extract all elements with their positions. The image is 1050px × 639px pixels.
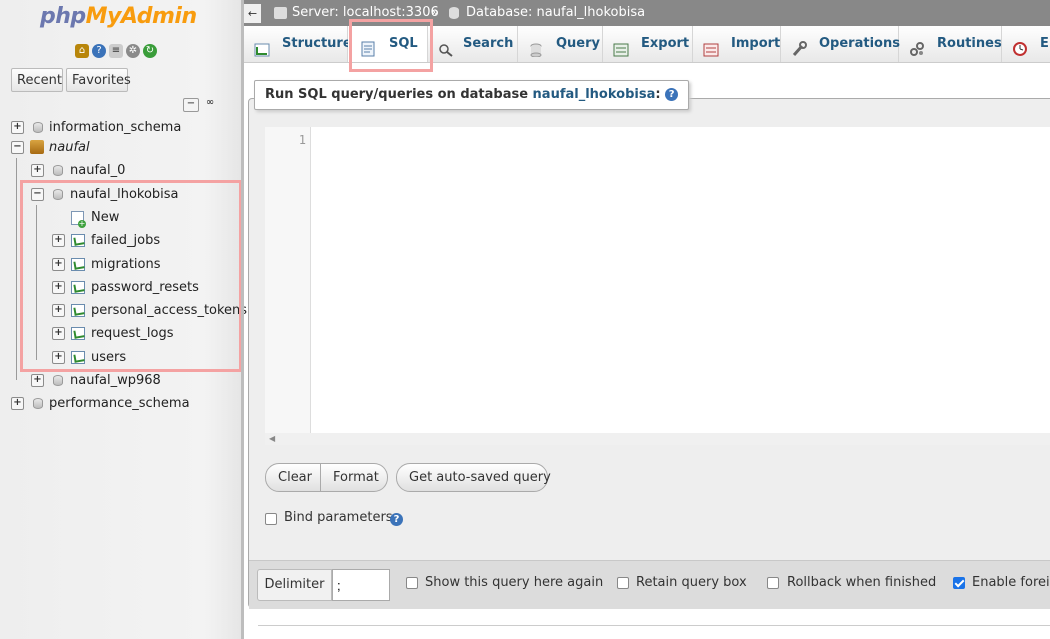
- legend-text: Run SQL query/queries on database: [265, 87, 533, 102]
- tree-item-naufal-wp968[interactable]: + naufal_wp968: [0, 371, 241, 391]
- routines-icon: [909, 36, 925, 56]
- database-group-icon: [30, 140, 44, 154]
- wrench-icon: [791, 36, 807, 56]
- documentation-icon[interactable]: ≡: [109, 44, 123, 58]
- tab-label: Export: [641, 36, 690, 51]
- highlight-annotation-tree: [20, 180, 242, 372]
- nav-icon-bar: ⌂ ? ≡ ✲ ↻: [75, 44, 157, 58]
- database-icon: [33, 122, 43, 133]
- recent-button[interactable]: Recent: [11, 68, 63, 92]
- expand-icon[interactable]: +: [31, 374, 44, 387]
- tab-import[interactable]: Import: [693, 26, 781, 62]
- import-icon: [703, 36, 719, 57]
- bind-parameters-label[interactable]: Bind parameters: [284, 510, 393, 525]
- rollback-checkbox[interactable]: [767, 577, 779, 589]
- link-with-main-icon[interactable]: ∞: [203, 98, 217, 110]
- scroll-left-icon[interactable]: ◀: [269, 434, 275, 443]
- reload-icon[interactable]: ↻: [143, 44, 157, 58]
- query-icon: [528, 36, 544, 58]
- tree-item-naufal-0[interactable]: + naufal_0: [0, 161, 241, 181]
- line-number: 1: [298, 133, 306, 147]
- collapse-all-icon[interactable]: −: [183, 98, 199, 112]
- search-icon: [438, 36, 454, 57]
- tree-item-performance-schema[interactable]: + performance_schema: [0, 394, 241, 414]
- tab-export[interactable]: Export: [603, 26, 693, 62]
- show-query-again-checkbox[interactable]: [406, 577, 418, 589]
- tab-label: Search: [463, 36, 514, 51]
- tab-label: Import: [731, 36, 781, 51]
- server-icon: [274, 7, 287, 19]
- enable-foreign-keys-label[interactable]: Enable foreign: [972, 575, 1050, 590]
- sql-panel-legend: Run SQL query/queries on database naufal…: [254, 80, 690, 110]
- navigation-panel: phpMyAdmin ⌂ ? ≡ ✲ ↻ Recent Favorites − …: [0, 0, 247, 639]
- tab-search[interactable]: Search: [428, 26, 518, 62]
- phpmyadmin-logo[interactable]: phpMyAdmin: [40, 4, 197, 29]
- database-icon: [33, 398, 43, 409]
- database-icon: [53, 165, 63, 176]
- expand-icon[interactable]: +: [11, 397, 24, 410]
- collapse-icon[interactable]: −: [11, 141, 24, 154]
- tab-routines[interactable]: Routines: [899, 26, 1002, 62]
- bind-parameters-checkbox[interactable]: [265, 513, 277, 525]
- tree-item-label: information_schema: [49, 120, 182, 135]
- logo-php-text: php: [40, 4, 86, 29]
- tab-label: Routines: [937, 36, 1002, 51]
- database-icon: [53, 375, 63, 386]
- tree-item-label: naufal_0: [70, 163, 126, 178]
- back-arrow-icon[interactable]: ←: [244, 4, 261, 23]
- tab-structure[interactable]: Structure: [244, 26, 352, 62]
- tree-group-naufal[interactable]: − naufal: [0, 138, 241, 158]
- logo-myadmin-text: MyAdmin: [85, 4, 197, 29]
- structure-icon: [254, 36, 270, 57]
- clear-button[interactable]: Clear: [265, 463, 321, 492]
- rollback-label[interactable]: Rollback when finished: [787, 575, 936, 590]
- tab-label: Structure: [282, 36, 352, 51]
- breadcrumb-database[interactable]: Database: naufal_lhokobisa: [466, 5, 645, 20]
- show-query-again-label[interactable]: Show this query here again: [425, 575, 603, 590]
- delimiter-input[interactable]: [332, 569, 390, 601]
- highlight-annotation-sql-tab: [349, 19, 433, 72]
- sql-editor[interactable]: 1: [265, 127, 1050, 433]
- breadcrumb-separator: »: [431, 5, 439, 20]
- help-icon[interactable]: ?: [665, 88, 679, 101]
- tab-events[interactable]: E: [1002, 26, 1050, 62]
- settings-gear-icon[interactable]: ✲: [126, 44, 140, 58]
- retain-query-box-checkbox[interactable]: [617, 577, 629, 589]
- expand-icon[interactable]: +: [11, 121, 24, 134]
- tab-label: E: [1040, 36, 1049, 51]
- help-icon[interactable]: ?: [390, 513, 403, 526]
- help-icon[interactable]: ?: [92, 44, 106, 58]
- favorites-button[interactable]: Favorites: [66, 68, 131, 92]
- tree-item-label: naufal_wp968: [70, 373, 161, 388]
- tab-query[interactable]: Query: [518, 26, 603, 62]
- navigation-resizer[interactable]: [241, 0, 244, 639]
- tab-label: Operations: [819, 36, 900, 51]
- legend-database-link[interactable]: naufal_lhokobisa: [533, 87, 656, 102]
- database-icon: [449, 7, 459, 19]
- enable-foreign-keys-checkbox[interactable]: [953, 577, 965, 589]
- tree-group-label: naufal: [49, 140, 90, 155]
- editor-horizontal-scrollbar[interactable]: ◀: [265, 433, 1050, 445]
- retain-query-box-label[interactable]: Retain query box: [636, 575, 747, 590]
- home-icon[interactable]: ⌂: [75, 44, 89, 58]
- delimiter-label: Delimiter: [257, 569, 332, 601]
- format-button[interactable]: Format: [321, 463, 388, 492]
- tab-operations[interactable]: Operations: [781, 26, 900, 62]
- divider: [258, 625, 1050, 626]
- get-auto-saved-query-button[interactable]: Get auto-saved query: [396, 463, 551, 492]
- clock-icon: [1012, 36, 1028, 56]
- expand-icon[interactable]: +: [31, 164, 44, 177]
- line-number-gutter: 1: [265, 127, 311, 433]
- tree-item-label: performance_schema: [49, 396, 190, 411]
- breadcrumb-server[interactable]: Server: localhost:3306: [292, 5, 439, 20]
- export-icon: [613, 36, 629, 57]
- tree-item-information-schema[interactable]: + information_schema: [0, 118, 241, 138]
- tab-label: Query: [556, 36, 601, 51]
- legend-colon: :: [655, 87, 661, 102]
